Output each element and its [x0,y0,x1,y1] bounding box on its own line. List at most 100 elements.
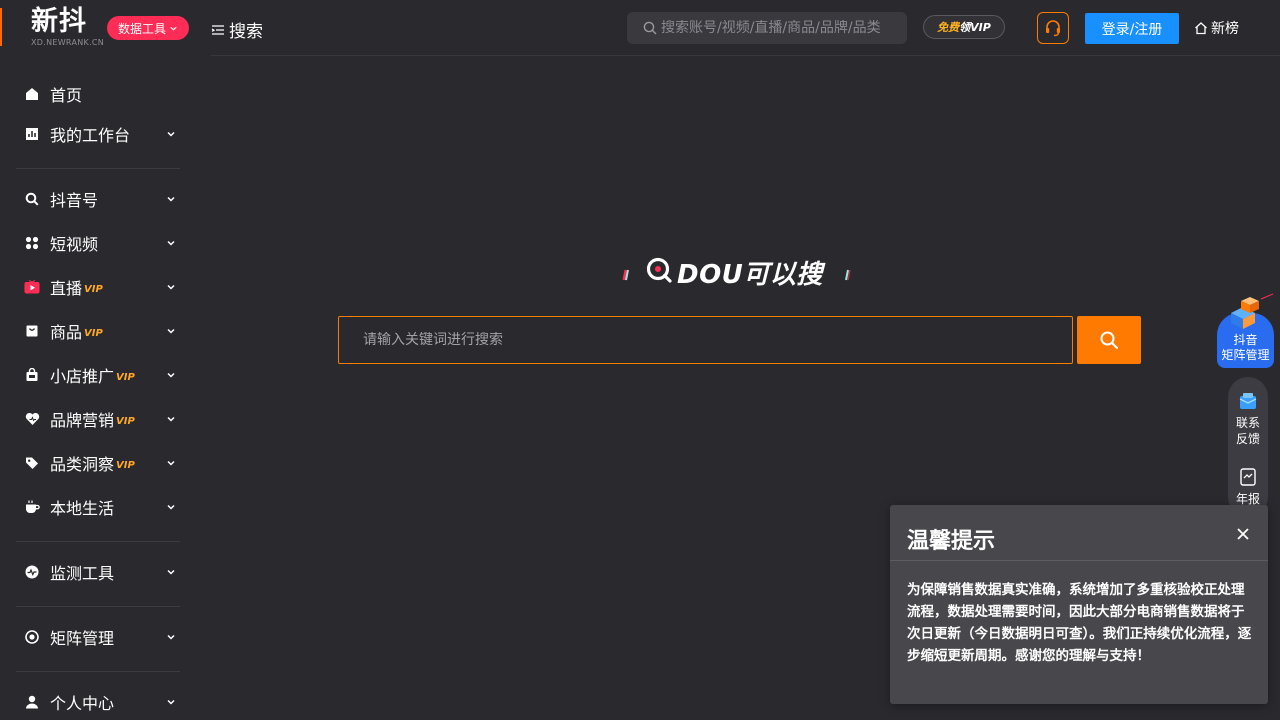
notice-title: 温馨提示 [907,529,996,554]
sidebar-item-label: 小店推广 [50,367,115,386]
logo[interactable]: 新抖 XD.NEWRANK.CN [31,6,107,47]
contact-line1: 联系 [1235,416,1260,430]
chevron-down-icon [167,328,175,334]
chevron-down-icon [170,26,177,31]
customer-service-button[interactable] [1037,12,1069,44]
cube-stack-icon [1231,293,1274,329]
close-icon[interactable] [1236,527,1250,541]
top-search-box[interactable] [627,12,907,44]
contact-line2: 反馈 [1235,432,1260,446]
sidebar-item-label: 商品 [50,323,83,342]
sidebar-item-live[interactable]: 直播 VIP [16,269,180,305]
chevron-down-icon [167,416,175,422]
sidebar-item-label: 短视频 [50,235,99,254]
chevron-down-icon [167,284,175,290]
dou-brand-text: DOU可以搜 [677,260,823,290]
login-register-button[interactable]: 登录/注册 [1085,13,1179,44]
sidebar-item-personal-center[interactable]: 个人中心 [16,684,180,720]
chevron-down-icon [167,240,175,246]
search-icon [1100,331,1119,350]
sidebar-divider [16,671,180,672]
sidebar-item-local-life[interactable]: 本地生活 [16,489,180,525]
free-vip-button[interactable]: 免费 领VIP [923,15,1005,39]
tag-icon [24,455,40,471]
sidebar-item-label: 品类洞察 [50,455,115,474]
contact-feedback-button[interactable]: 联系 反馈 [1228,391,1268,447]
sidebar-item-home[interactable]: 首页 [16,76,180,112]
page-title: 搜索 [211,17,263,42]
sidebar-item-label: 个人中心 [50,694,115,713]
sidebar-item-category-insight[interactable]: 品类洞察 VIP [16,445,180,481]
mailbox-icon [1239,393,1257,409]
notice-divider [890,560,1268,561]
sidebar-item-douyin-account[interactable]: 抖音号 [16,181,180,217]
matrix-float-line2: 矩阵管理 [1221,348,1270,362]
active-accent-bar [0,8,2,46]
chevron-down-icon [167,504,175,510]
sidebar-item-workbench[interactable]: 我的工作台 [16,116,180,152]
annual-report-button[interactable]: 年报 [1228,467,1268,507]
sidebar-item-label: 监测工具 [50,564,115,583]
sidebar-item-label: 矩阵管理 [50,629,115,648]
home-outline-icon [1195,22,1207,35]
monitor-icon [24,564,40,580]
menu-list-icon[interactable] [211,23,225,37]
main-search-box[interactable] [338,316,1073,364]
sidebar-item-label: 我的工作台 [50,126,131,145]
matrix-icon [24,629,40,645]
sidebar-item-label: 首页 [50,86,83,105]
heart-icon [24,411,40,427]
free-vip-label-2: 领VIP [959,21,991,34]
sidebar-item-shop-promotion[interactable]: 小店推广 VIP [16,357,180,393]
vip-badge: VIP [84,327,103,339]
coffee-icon [24,499,40,515]
search-icon [643,21,657,35]
page-title-label: 搜索 [229,22,263,42]
chevron-down-icon [167,372,175,378]
sidebar: 首页 我的工作台 抖音号 短视频 直播 VIP 商品 VIP 小店推广 VIP … [0,56,196,720]
notice-body: 为保障销售数据真实准确，系统增加了多重核验校正处理流程，数据处理需要时间，因此大… [907,582,1252,664]
shop-icon [24,367,40,383]
chevron-down-icon [167,460,175,466]
sidebar-divider [16,606,180,607]
chevron-down-icon [167,196,175,202]
home-icon [24,86,40,102]
sidebar-item-label: 本地生活 [50,499,115,518]
report-book-icon [1240,468,1256,486]
vip-badge: VIP [116,415,135,427]
logo-text: 新抖 [31,6,87,37]
sidebar-item-monitor-tools[interactable]: 监测工具 [16,554,180,590]
dou-search-brand-logo: DOU可以搜 [620,252,860,292]
sidebar-item-brand-marketing[interactable]: 品牌营销 VIP [16,401,180,437]
main-search-input[interactable] [363,332,1043,348]
douyin-matrix-float-button[interactable]: 抖音 矩阵管理 [1217,293,1274,368]
grid-icon [24,235,40,251]
chevron-down-icon [167,131,175,137]
data-tools-dropdown[interactable]: 数据工具 [107,16,189,40]
vip-badge: VIP [84,283,103,295]
logo-domain: XD.NEWRANK.CN [31,38,105,47]
xinbang-label: 新榜 [1211,21,1239,37]
chevron-down-icon [167,699,175,705]
xinbang-link[interactable]: 新榜 [1194,18,1239,38]
chevron-down-icon [167,634,175,640]
main-search-button[interactable] [1077,316,1141,364]
sidebar-divider [16,541,180,542]
sidebar-item-products[interactable]: 商品 VIP [16,313,180,349]
float-tool-panel: 联系 反馈 年报 [1228,377,1268,517]
search-icon [24,191,40,207]
user-icon [24,694,40,710]
notice-popup: 温馨提示 为保障销售数据真实准确，系统增加了多重核验校正处理流程，数据处理需要时… [890,505,1268,704]
free-vip-label-1: 免费 [937,21,960,34]
bag-icon [24,323,40,339]
header-divider [211,55,1280,56]
headset-icon [1046,20,1060,37]
top-search-input[interactable] [661,20,891,36]
dashboard-icon [24,126,40,142]
live-tv-icon [24,279,40,295]
sidebar-item-matrix-management[interactable]: 矩阵管理 [16,619,180,655]
vip-badge: VIP [116,371,135,383]
vip-badge: VIP [116,459,135,471]
sidebar-item-short-video[interactable]: 短视频 [16,225,180,261]
data-tools-label: 数据工具 [117,21,166,36]
